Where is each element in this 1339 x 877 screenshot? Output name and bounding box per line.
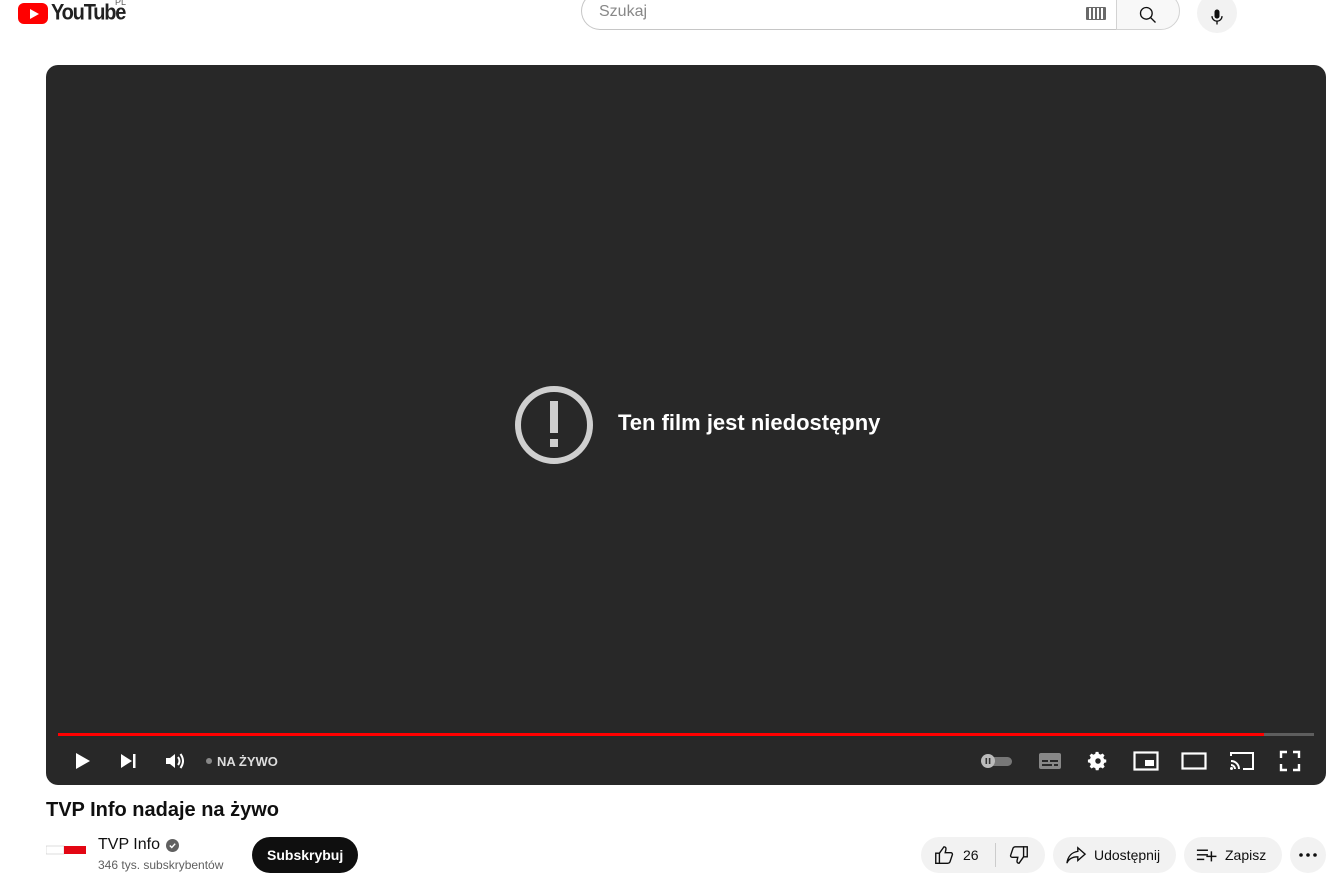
live-label: NA ŻYWO [217, 753, 278, 769]
subscriber-count: 346 tys. subskrybentów [98, 858, 224, 872]
subtitles-icon [1039, 753, 1061, 769]
save-button[interactable]: Zapisz [1184, 837, 1282, 873]
like-dislike-group: 26 [921, 837, 1045, 873]
live-badge[interactable]: NA ŻYWO [206, 751, 278, 771]
like-count: 26 [963, 847, 979, 863]
autoplay-toggle-icon [981, 754, 1012, 768]
video-player[interactable]: Ten film jest niedostępny NA ŻYWO [46, 65, 1326, 785]
live-dot [206, 758, 212, 764]
next-button[interactable] [110, 748, 146, 774]
progress-fill [58, 733, 1264, 736]
error-exclamation-icon [515, 386, 593, 464]
search-box[interactable] [581, 0, 1116, 30]
autoplay-toggle[interactable] [979, 748, 1015, 774]
tvp-info-logo [46, 845, 86, 855]
cast-icon [1230, 752, 1254, 770]
youtube-play-icon [18, 2, 48, 24]
volume-button[interactable] [157, 748, 193, 774]
save-label: Zapisz [1225, 847, 1267, 863]
next-icon [121, 754, 136, 768]
search-input[interactable] [597, 0, 1071, 26]
more-actions-button[interactable] [1290, 837, 1326, 873]
share-icon [1066, 846, 1087, 864]
cast-button[interactable] [1224, 748, 1260, 774]
thumbs-down-icon [1009, 846, 1028, 864]
like-button[interactable]: 26 [921, 837, 979, 873]
gear-icon [1087, 751, 1107, 771]
dislike-button[interactable] [996, 837, 1030, 873]
country-code: PL [115, 0, 127, 7]
verified-icon [165, 838, 179, 852]
channel-name[interactable]: TVP Info [98, 836, 179, 854]
search-button[interactable] [1116, 0, 1180, 30]
play-icon [76, 753, 90, 769]
voice-search-button[interactable] [1197, 0, 1237, 33]
microphone-icon [1211, 9, 1223, 25]
youtube-logo[interactable]: YouTube PL [18, 0, 127, 26]
thumbs-up-icon [935, 846, 954, 864]
add-to-playlist-icon [1196, 849, 1217, 862]
play-button[interactable] [64, 748, 100, 774]
miniplayer-icon [1133, 751, 1159, 771]
theater-mode-icon [1181, 752, 1207, 770]
share-label: Udostępnij [1094, 847, 1161, 863]
error-message: Ten film jest niedostępny [618, 410, 881, 435]
search-icon [1139, 6, 1156, 23]
settings-button[interactable] [1080, 748, 1116, 774]
fullscreen-button[interactable] [1272, 748, 1308, 774]
miniplayer-button[interactable] [1128, 748, 1164, 774]
volume-icon [166, 753, 184, 769]
subtitles-button[interactable] [1032, 748, 1068, 774]
channel-avatar[interactable] [46, 838, 86, 862]
channel-name-text: TVP Info [98, 836, 160, 853]
more-horizontal-icon [1299, 853, 1317, 857]
progress-bar[interactable] [58, 733, 1314, 736]
share-button[interactable]: Udostępnij [1053, 837, 1176, 873]
theater-mode-button[interactable] [1176, 748, 1212, 774]
video-title: TVP Info nadaje na żywo [46, 799, 280, 821]
subscribe-button[interactable]: Subskrybuj [252, 837, 359, 873]
keyboard-icon[interactable] [1086, 7, 1106, 20]
fullscreen-icon [1279, 750, 1301, 772]
